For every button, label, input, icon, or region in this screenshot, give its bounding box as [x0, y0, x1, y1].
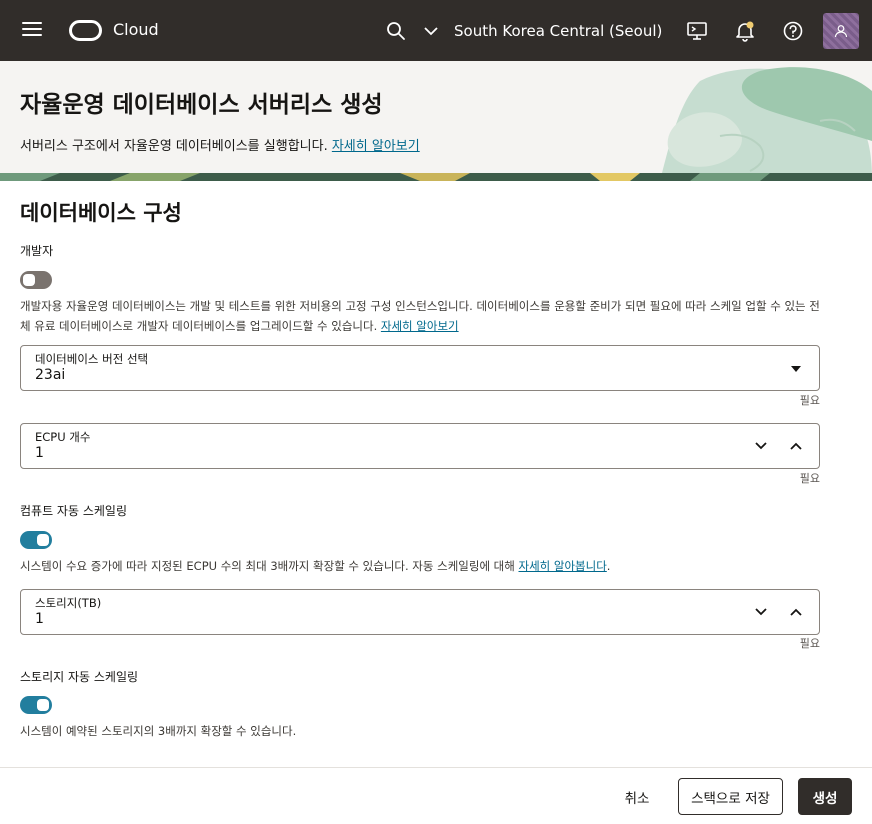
compute-autoscale-helper-text: 시스템이 수요 증가에 따라 지정된 ECPU 수의 최대 3배까지 확장할 수…	[20, 559, 611, 573]
increment-chevron-up-icon[interactable]	[788, 604, 804, 620]
page-header-banner: 자율운영 데이터베이스 서버리스 생성 서버리스 구조에서 자율운영 데이터베이…	[0, 61, 872, 181]
ecpu-value[interactable]: 1	[35, 445, 44, 461]
developer-helper-text: 개발자용 자율운영 데이터베이스는 개발 및 테스트를 위한 저비용의 고정 구…	[20, 299, 820, 333]
storage-required: 필요	[799, 637, 820, 650]
storage-label: 스토리지(TB)	[35, 596, 102, 610]
decrement-chevron-down-icon[interactable]	[753, 604, 769, 620]
db-version-select[interactable]: 데이터베이스 버전 선택 23ai	[20, 345, 820, 391]
ecpu-required: 필요	[799, 472, 820, 485]
search-icon[interactable]	[386, 21, 406, 41]
top-nav-bar: Cloud South Korea Central (Seoul)	[0, 0, 872, 61]
db-version-required: 필요	[799, 394, 820, 407]
compute-autoscale-learn-more-link[interactable]: 자세히 알아봅니다	[519, 559, 607, 573]
developer-toggle[interactable]	[20, 271, 52, 289]
decorative-banner-art	[0, 67, 872, 181]
storage-autoscale-helper-text: 시스템이 예약된 스토리지의 3배까지 확장할 수 있습니다.	[20, 724, 297, 738]
brand-name[interactable]: Cloud	[113, 20, 159, 39]
footer-action-bar: 취소 스택으로 저장 생성	[0, 767, 872, 824]
compute-autoscale-toggle[interactable]	[20, 531, 52, 549]
ecpu-count-stepper[interactable]: ECPU 개수 1	[20, 423, 820, 469]
storage-value[interactable]: 1	[35, 611, 44, 627]
region-name: South Korea Central (Seoul)	[454, 22, 663, 40]
developer-label: 개발자	[20, 244, 54, 258]
user-avatar[interactable]	[823, 13, 859, 49]
chevron-down-icon	[424, 27, 438, 36]
storage-stepper[interactable]: 스토리지(TB) 1	[20, 589, 820, 635]
cloud-shell-icon[interactable]	[686, 20, 708, 42]
cancel-button[interactable]: 취소	[612, 778, 662, 815]
storage-autoscale-label: 스토리지 자동 스케일링	[20, 670, 139, 684]
page-title: 자율운영 데이터베이스 서버리스 생성	[20, 92, 383, 118]
save-as-stack-button[interactable]: 스택으로 저장	[678, 778, 783, 815]
compute-autoscale-label: 컴퓨트 자동 스케일링	[20, 504, 127, 518]
decrement-chevron-down-icon[interactable]	[753, 438, 769, 454]
ecpu-label: ECPU 개수	[35, 430, 91, 444]
db-version-label: 데이터베이스 버전 선택	[35, 352, 149, 366]
help-icon[interactable]	[782, 20, 804, 42]
page-description: 서버리스 구조에서 자율운영 데이터베이스를 실행합니다. 자세히 알아보기	[20, 139, 420, 154]
header-learn-more-link[interactable]: 자세히 알아보기	[332, 139, 420, 154]
region-selector[interactable]: South Korea Central (Seoul)	[424, 17, 662, 45]
menu-icon[interactable]	[22, 22, 42, 38]
increment-chevron-up-icon[interactable]	[788, 438, 804, 454]
oracle-logo-icon[interactable]	[69, 20, 102, 41]
db-version-value: 23ai	[35, 367, 66, 383]
create-button[interactable]: 생성	[798, 778, 852, 815]
developer-learn-more-link[interactable]: 자세히 알아보기	[381, 319, 459, 333]
section-title: 데이터베이스 구성	[20, 201, 182, 225]
user-icon	[834, 25, 848, 38]
dropdown-caret-icon[interactable]	[791, 366, 801, 372]
storage-autoscale-toggle[interactable]	[20, 696, 52, 714]
bell-icon[interactable]	[734, 20, 756, 42]
